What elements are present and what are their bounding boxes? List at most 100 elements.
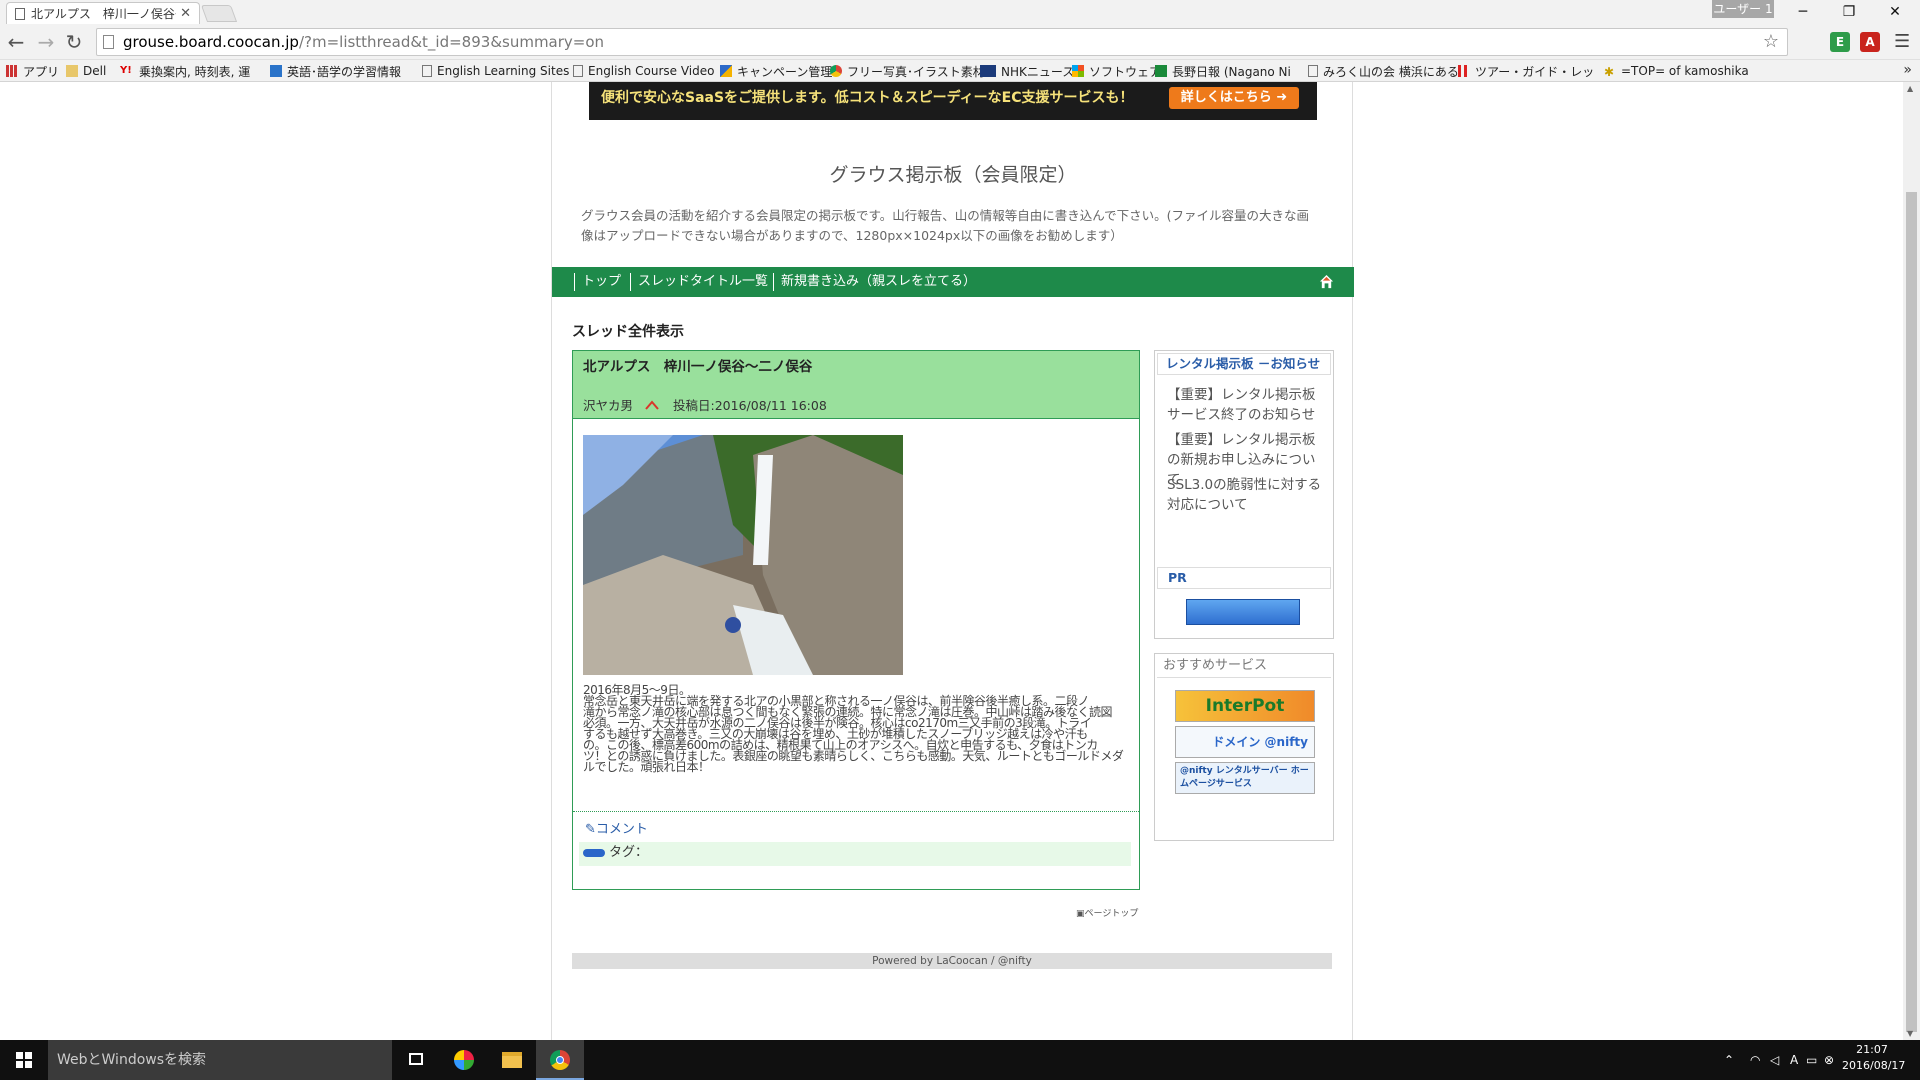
bookmark-nagano-nippo[interactable]: 長野日報 (Nagano Ni bbox=[1155, 63, 1290, 79]
nav-thread-list-link[interactable]: スレッドタイトル一覧 bbox=[630, 273, 768, 291]
up-arrow-icon[interactable] bbox=[645, 399, 659, 410]
bookmarks-overflow-icon[interactable]: » bbox=[1903, 62, 1912, 78]
scroll-up-icon[interactable]: ▲ bbox=[1907, 84, 1913, 93]
service-banner-interpot[interactable]: InterPot bbox=[1175, 690, 1315, 722]
address-bar[interactable]: grouse.board.coocan.jp/?m=listthread&t_i… bbox=[96, 28, 1788, 56]
windows-icon bbox=[1072, 65, 1084, 77]
bookmark-kamoshika[interactable]: ✱ =TOP= of kamoshika bbox=[1604, 63, 1749, 79]
browser-title-bar: 北アルプス 梓川一ノ俣谷〜 ✕ ユーザー 1 ─ ❐ ✕ bbox=[0, 0, 1920, 24]
folder-icon bbox=[66, 65, 78, 77]
nhk-icon bbox=[980, 65, 996, 77]
windows-taskbar: WebとWindowsを検索 ⌃ ◠ ◁ A ▭ ⊗ 21:07 2016/08… bbox=[0, 1040, 1920, 1080]
new-tab-button[interactable] bbox=[200, 5, 238, 22]
page-icon bbox=[422, 65, 432, 77]
notification-icon[interactable]: ▭ bbox=[1806, 1040, 1817, 1080]
taskbar-clock[interactable]: 21:07 2016/08/17 bbox=[1842, 1042, 1906, 1074]
bookmark-apps[interactable]: アプリ bbox=[6, 63, 59, 79]
post-body: 2016年8月5〜9日。 常念岳と東天井岳に端を発する北アの小黒部と称される一ノ… bbox=[583, 683, 1124, 774]
clock-date: 2016/08/17 bbox=[1842, 1059, 1906, 1072]
comment-link[interactable]: ✎コメント bbox=[585, 818, 648, 837]
disconnect-icon[interactable]: ⊗ bbox=[1824, 1040, 1834, 1080]
wifi-icon[interactable]: ◠ bbox=[1750, 1040, 1760, 1080]
taskbar-search-box[interactable]: WebとWindowsを検索 bbox=[48, 1040, 392, 1080]
extension-acrobat-icon[interactable]: A bbox=[1860, 32, 1880, 52]
post-title[interactable]: 北アルプス 梓川一ノ俣谷〜二ノ俣谷 bbox=[583, 355, 812, 375]
vertical-scrollbar[interactable]: ▲ ▼ bbox=[1903, 82, 1920, 1040]
back-arrow-icon[interactable]: ← bbox=[4, 30, 28, 54]
volume-icon[interactable]: ◁ bbox=[1770, 1040, 1779, 1080]
bookmark-language[interactable]: 英語･語学の学習情報 bbox=[270, 63, 401, 79]
url-host: grouse.board.coocan.jp bbox=[123, 33, 299, 51]
yahoo-icon: Y! bbox=[120, 65, 132, 76]
notice-item[interactable]: SSL3.0の脆弱性に対する対応について bbox=[1167, 475, 1327, 515]
thread-post: 北アルプス 梓川一ノ俣谷〜二ノ俣谷 沢ヤカ男 投稿日:2016/08/11 16… bbox=[572, 350, 1140, 890]
service-banner-domain[interactable]: ドメイン @nifty bbox=[1175, 726, 1315, 758]
ad-banner[interactable]: 便利で安心なSaaSをご提供します。低コスト＆スピーディーなEC支援サービスも！… bbox=[589, 82, 1317, 120]
nav-new-post-link[interactable]: 新規書き込み（親スレを立てる） bbox=[773, 273, 976, 291]
page-icon bbox=[573, 65, 583, 77]
page-viewport: 便利で安心なSaaSをご提供します。低コスト＆スピーディーなEC支援サービスも！… bbox=[0, 82, 1920, 1040]
paint-app-icon[interactable] bbox=[440, 1040, 488, 1080]
scroll-down-icon[interactable]: ▼ bbox=[1907, 1029, 1913, 1038]
service-banner-homepage[interactable]: @nifty レンタルサーバー ホームページサービス bbox=[1175, 762, 1315, 794]
notice-box: レンタル掲示板 －お知らせ 【重要】レンタル掲示板サービス終了のお知らせ 【重要… bbox=[1154, 350, 1334, 639]
pencil-icon: ✎ bbox=[585, 822, 596, 837]
bookmark-nhk[interactable]: NHKニュース bbox=[980, 63, 1074, 79]
bookmark-dell[interactable]: Dell bbox=[66, 63, 106, 79]
nav-top-link[interactable]: トップ bbox=[574, 273, 621, 291]
board-description: グラウス会員の活動を紹介する会員限定の掲示板です。山行報告、山の情報等自由に書き… bbox=[581, 208, 1310, 243]
close-button[interactable]: ✕ bbox=[1872, 0, 1918, 24]
pr-title: PR bbox=[1157, 567, 1331, 589]
ime-icon[interactable]: A bbox=[1790, 1040, 1798, 1080]
waterfall-photo[interactable] bbox=[583, 435, 903, 675]
adwords-icon bbox=[720, 65, 732, 77]
scroll-thumb[interactable] bbox=[1906, 192, 1917, 1032]
tag-icon bbox=[583, 848, 605, 857]
tab-close-icon[interactable]: ✕ bbox=[180, 6, 191, 21]
bird-icon: ✱ bbox=[1604, 65, 1615, 79]
browser-tab[interactable]: 北アルプス 梓川一ノ俣谷〜 ✕ bbox=[6, 2, 200, 24]
browser-toolbar: ← → ↻ grouse.board.coocan.jp/?m=listthre… bbox=[0, 24, 1920, 60]
ad-banner-text: 便利で安心なSaaSをご提供します。低コスト＆スピーディーなEC支援サービスも！ bbox=[601, 90, 1134, 106]
section-title: スレッド全件表示 bbox=[572, 324, 684, 340]
url-path: /?m=listthread&t_id=893&summary=on bbox=[298, 33, 605, 51]
forward-arrow-icon[interactable]: → bbox=[34, 30, 58, 54]
page-top-link[interactable]: ▣ページトップ bbox=[1076, 906, 1138, 919]
windows-logo-icon bbox=[16, 1052, 32, 1068]
minimize-button[interactable]: ─ bbox=[1780, 0, 1826, 24]
pr-ad-banner[interactable] bbox=[1186, 599, 1300, 625]
bookmark-transit[interactable]: Y! 乗換案内, 時刻表, 運 bbox=[120, 63, 250, 79]
bookmark-english-sites[interactable]: English Learning Sites bbox=[422, 63, 569, 79]
user-profile-button[interactable]: ユーザー 1 bbox=[1712, 0, 1774, 18]
leaf-icon bbox=[1155, 65, 1167, 77]
bookmark-campaign[interactable]: キャンペーン管理 bbox=[720, 63, 832, 79]
page-icon bbox=[103, 35, 114, 49]
tab-title: 北アルプス 梓川一ノ俣谷〜 bbox=[31, 7, 177, 21]
notice-title: レンタル掲示板 －お知らせ bbox=[1157, 353, 1331, 375]
red-bars-icon bbox=[1458, 65, 1470, 77]
tag-bar: タグ： bbox=[579, 842, 1131, 866]
reload-icon[interactable]: ↻ bbox=[62, 30, 86, 54]
bookmark-software[interactable]: ソフトウェア bbox=[1072, 63, 1161, 79]
task-view-icon[interactable] bbox=[392, 1040, 440, 1080]
chrome-taskbar-icon[interactable] bbox=[536, 1040, 584, 1080]
bookmark-english-video[interactable]: English Course Video bbox=[573, 63, 714, 79]
file-explorer-icon[interactable] bbox=[488, 1040, 536, 1080]
bookmark-free-photo[interactable]: フリー写真･イラスト素材 bbox=[830, 63, 985, 79]
notice-item[interactable]: 【重要】レンタル掲示板サービス終了のお知らせ bbox=[1167, 385, 1327, 425]
home-icon[interactable] bbox=[1319, 274, 1334, 289]
services-title: おすすめサービス bbox=[1157, 656, 1331, 678]
tray-chevron-icon[interactable]: ⌃ bbox=[1724, 1040, 1734, 1080]
learn-icon bbox=[270, 65, 282, 77]
restore-button[interactable]: ❐ bbox=[1826, 0, 1872, 24]
start-button[interactable] bbox=[0, 1040, 48, 1080]
bookmark-miroku[interactable]: みろく山の会 横浜にある bbox=[1308, 63, 1465, 79]
bookmark-star-icon[interactable]: ☆ bbox=[1763, 31, 1779, 52]
bookmarks-bar: アプリ Dell Y! 乗換案内, 時刻表, 運 英語･語学の学習情報 Engli… bbox=[0, 60, 1920, 82]
bookmark-tour-guide[interactable]: ツアー・ガイド・レッスン - bbox=[1458, 63, 1593, 79]
chrome-menu-icon[interactable]: ☰ bbox=[1894, 31, 1910, 52]
ad-details-button[interactable]: 詳しくはこちら ➜ bbox=[1169, 87, 1299, 109]
post-meta: 沢ヤカ男 投稿日:2016/08/11 16:08 bbox=[583, 395, 827, 414]
extension-evernote-icon[interactable]: E bbox=[1830, 32, 1850, 52]
apps-grid-icon bbox=[6, 65, 18, 77]
